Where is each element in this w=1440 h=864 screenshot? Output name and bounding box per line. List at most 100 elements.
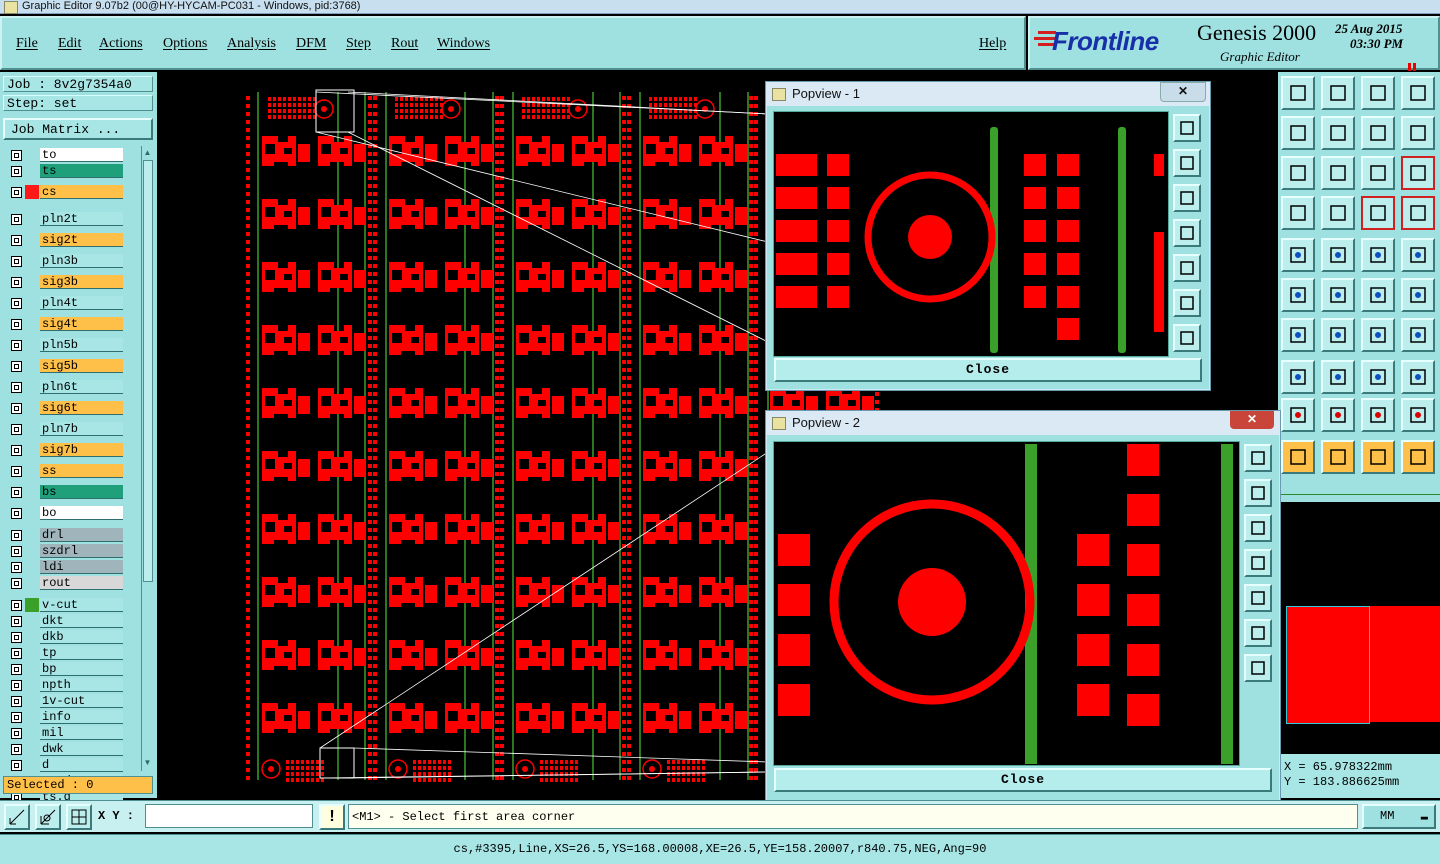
zoom-in-icon[interactable] (1321, 156, 1355, 190)
connect-icon[interactable] (1361, 278, 1395, 312)
layer-checkbox[interactable] (11, 187, 22, 198)
layer-row[interactable]: 1v-cut (8, 694, 124, 709)
menu-file[interactable]: File (16, 36, 38, 52)
layer-checkbox[interactable] (11, 562, 22, 573)
layer-checkbox[interactable] (11, 744, 22, 755)
layer-row[interactable]: sig5b (8, 359, 124, 374)
pointer-icon[interactable] (1281, 440, 1315, 474)
layer-row[interactable]: rout (8, 576, 124, 591)
layer-checkbox[interactable] (11, 298, 22, 309)
line-add-icon[interactable] (1281, 318, 1315, 352)
layer-row[interactable]: drl (8, 528, 124, 543)
mirror-icon[interactable] (1401, 116, 1435, 150)
snap-icon[interactable] (1281, 360, 1315, 394)
layer-checkbox[interactable] (11, 680, 22, 691)
rotate-icon[interactable] (1361, 116, 1395, 150)
overview-panel[interactable] (1278, 494, 1440, 752)
layer-row[interactable]: bo (8, 506, 124, 521)
layer-checkbox[interactable] (11, 150, 22, 161)
layer-scrollbar[interactable]: ▲ ▼ (141, 146, 153, 771)
layer-row[interactable]: pln7b (8, 422, 124, 437)
menu-dfm[interactable]: DFM (296, 36, 326, 52)
layer-checkbox[interactable] (11, 403, 22, 414)
scroll-up-icon[interactable]: ▲ (143, 148, 152, 157)
layer-row[interactable]: to (8, 148, 124, 163)
measure-tool-icon[interactable] (35, 804, 61, 830)
layer-row[interactable]: pln5b (8, 338, 124, 353)
layer-checkbox[interactable] (11, 728, 22, 739)
layer-row[interactable]: cs (8, 185, 124, 200)
layer-checkbox[interactable] (11, 530, 22, 541)
help-icon[interactable] (1401, 156, 1435, 190)
popview-2-close-icon[interactable]: ✕ (1230, 411, 1274, 429)
pan-down-icon[interactable] (1173, 184, 1201, 212)
drc-1-icon[interactable] (1281, 398, 1315, 432)
layer-checkbox[interactable] (11, 466, 22, 477)
layer-checkbox[interactable] (11, 648, 22, 659)
scroll-down-icon[interactable]: ▼ (143, 758, 152, 767)
cross-icon[interactable] (1321, 278, 1355, 312)
layer-row[interactable]: v-cut (8, 598, 124, 613)
layer-row[interactable]: pln3b (8, 254, 124, 269)
drc-4-icon[interactable] (1401, 398, 1435, 432)
layer-checkbox[interactable] (11, 277, 22, 288)
popview-1-canvas[interactable] (773, 111, 1169, 357)
layer-checkbox[interactable] (11, 340, 22, 351)
pan-left-icon[interactable] (1244, 549, 1272, 577)
layer-tree-icon[interactable] (1361, 196, 1395, 230)
layer-checkbox[interactable] (11, 361, 22, 372)
layer-row[interactable]: ldi (8, 560, 124, 575)
layer-row[interactable]: pln6t (8, 380, 124, 395)
layer-checkbox[interactable] (11, 600, 22, 611)
pointer-box-icon[interactable] (1321, 440, 1355, 474)
select-feature-icon[interactable] (1281, 238, 1315, 272)
layer-row[interactable]: npth (8, 678, 124, 693)
layer-checkbox[interactable] (11, 445, 22, 456)
pan-left-icon[interactable] (1173, 219, 1201, 247)
cut-icon[interactable] (1321, 360, 1355, 394)
pause-icon[interactable] (1408, 58, 1418, 71)
scroll-thumb[interactable] (143, 160, 153, 582)
zoom-in-icon[interactable] (1173, 289, 1201, 317)
pan-up-icon[interactable] (1173, 149, 1201, 177)
layer-checkbox[interactable] (11, 487, 22, 498)
layer-checkbox[interactable] (11, 235, 22, 246)
move-right-icon[interactable] (1321, 116, 1355, 150)
tools-icon[interactable] (1281, 196, 1315, 230)
layer-row[interactable]: pln4t (8, 296, 124, 311)
layer-row[interactable]: pln2t (8, 212, 124, 227)
arc-icon[interactable] (1361, 318, 1395, 352)
layer-row[interactable]: dwk (8, 742, 124, 757)
menu-help[interactable]: Help (979, 36, 1006, 52)
ruler-icon[interactable] (1361, 238, 1395, 272)
fit-view-icon[interactable] (1244, 444, 1272, 472)
job-matrix-button[interactable]: Job Matrix ... (3, 118, 153, 140)
layer-checkbox[interactable] (11, 712, 22, 723)
layer-checkbox[interactable] (11, 256, 22, 267)
pan-right-icon[interactable] (1173, 254, 1201, 282)
net-icon[interactable] (1281, 278, 1315, 312)
line-edit-icon[interactable] (1321, 318, 1355, 352)
menu-windows[interactable]: Windows (437, 36, 490, 52)
layer-row[interactable]: sig3b (8, 275, 124, 290)
layer-checkbox[interactable] (11, 632, 22, 643)
scale-1to1-icon[interactable] (1361, 156, 1395, 190)
pad-icon[interactable] (1401, 238, 1435, 272)
menu-step[interactable]: Step (346, 36, 371, 52)
pan-up-icon[interactable] (1244, 479, 1272, 507)
menu-rout[interactable]: Rout (391, 36, 418, 52)
layer-checkbox[interactable] (11, 508, 22, 519)
layer-row[interactable]: ts (8, 164, 124, 179)
zoom-out-icon[interactable] (1244, 654, 1272, 682)
xy-input[interactable] (145, 804, 313, 828)
layer-checkbox[interactable] (11, 760, 22, 771)
route-icon[interactable] (1401, 278, 1435, 312)
probe-icon[interactable] (1321, 196, 1355, 230)
layer-row[interactable]: tp (8, 646, 124, 661)
layer-row[interactable]: ss (8, 464, 124, 479)
layer-row[interactable]: info (8, 710, 124, 725)
layer-row[interactable]: d (8, 758, 124, 773)
layer-checkbox[interactable] (11, 382, 22, 393)
popview-2-close-button[interactable]: Close (774, 768, 1272, 792)
layer-row[interactable]: sig7b (8, 443, 124, 458)
